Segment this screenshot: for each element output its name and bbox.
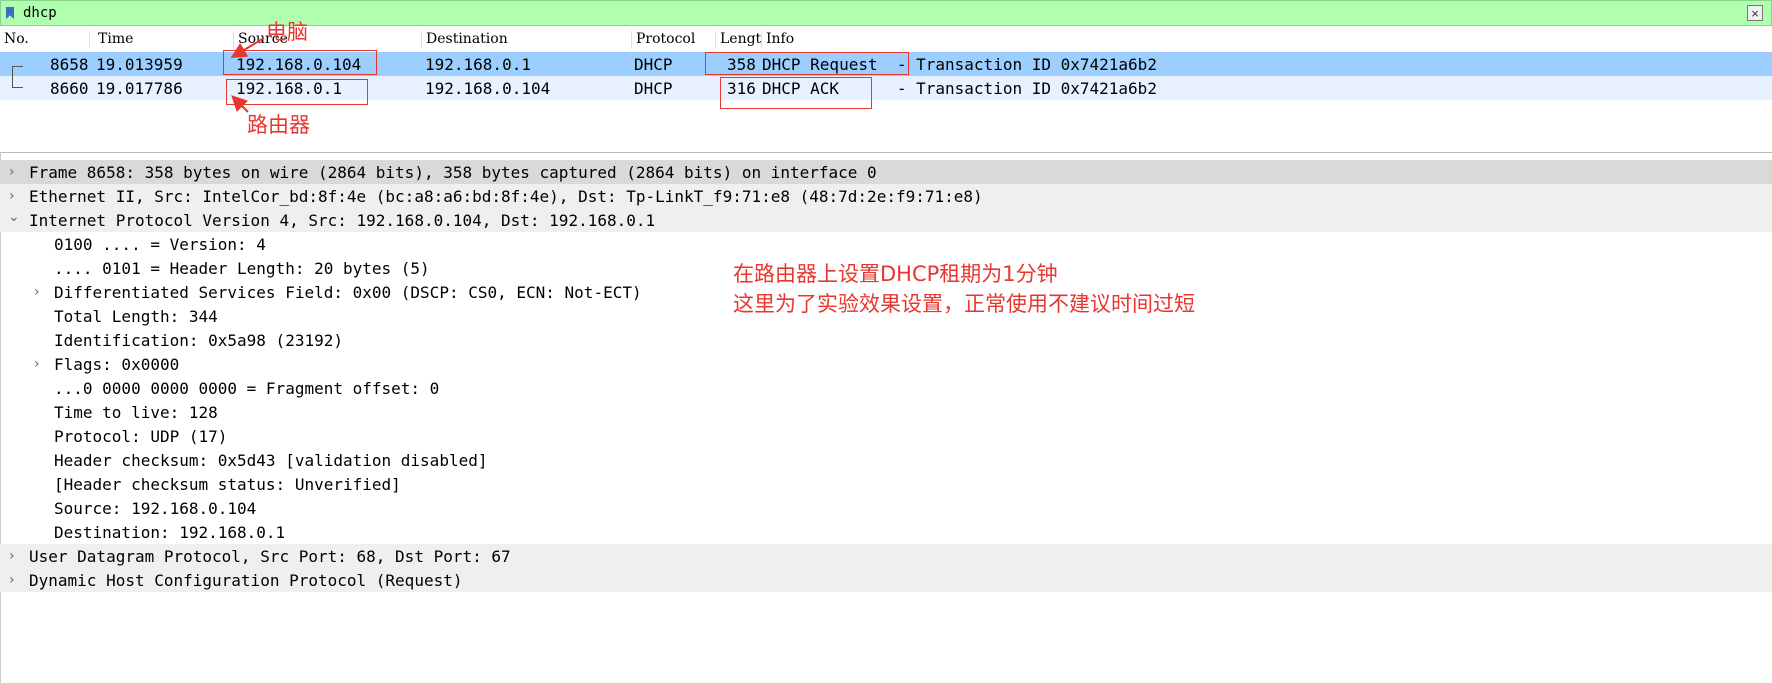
detail-text: 0100 .... = Version: 4 <box>54 235 266 254</box>
detail-text: Destination: 192.168.0.1 <box>54 523 286 542</box>
annotation-label-router: 路由器 <box>247 113 310 137</box>
detail-text: [Header checksum status: Unverified] <box>54 475 401 494</box>
expand-arrow-icon[interactable]: › <box>34 284 40 300</box>
detail-row-dhcp[interactable]: › Dynamic Host Configuration Protocol (R… <box>0 568 1772 592</box>
annotation-box-source-router <box>226 79 368 105</box>
packet-details-pane: › Frame 8658: 358 bytes on wire (2864 bi… <box>0 160 1772 683</box>
column-header-info[interactable]: Info <box>762 31 1762 49</box>
collapse-arrow-icon[interactable]: ⌄ <box>8 209 20 225</box>
packet-destination: 192.168.0.104 <box>425 79 551 98</box>
column-header-source[interactable]: Source <box>234 31 422 49</box>
detail-text: Flags: 0x0000 <box>54 355 180 374</box>
column-header-protocol[interactable]: Protocol <box>632 31 716 49</box>
packet-time: 19.013959 <box>96 55 183 74</box>
detail-text: .... 0101 = Header Length: 20 bytes (5) <box>54 259 430 278</box>
conversation-bracket-icon <box>12 66 23 88</box>
column-header-length[interactable]: Lengt <box>716 31 762 49</box>
detail-row-fragment-offset[interactable]: ...0 0000 0000 0000 = Fragment offset: 0 <box>0 376 1772 400</box>
expand-arrow-icon[interactable]: › <box>9 548 15 564</box>
annotation-note-line2: 这里为了实验效果设置，正常使用不建议时间过短 <box>733 292 1195 316</box>
display-filter-input[interactable]: dhcp <box>23 5 57 21</box>
clear-filter-icon[interactable]: × <box>1747 5 1763 21</box>
annotation-box-request <box>705 52 909 75</box>
detail-row-frame[interactable]: › Frame 8658: 358 bytes on wire (2864 bi… <box>0 160 1772 184</box>
packet-protocol: DHCP <box>634 55 673 74</box>
detail-row-identification[interactable]: Identification: 0x5a98 (23192) <box>0 328 1772 352</box>
detail-text: Internet Protocol Version 4, Src: 192.16… <box>29 211 656 230</box>
expand-arrow-icon[interactable]: › <box>9 572 15 588</box>
column-header-time[interactable]: Time <box>94 31 234 49</box>
detail-text: Header checksum: 0x5d43 [validation disa… <box>54 451 488 470</box>
detail-row-destination[interactable]: Destination: 192.168.0.1 <box>0 520 1772 544</box>
detail-text: Protocol: UDP (17) <box>54 427 228 446</box>
detail-text: Identification: 0x5a98 (23192) <box>54 331 343 350</box>
detail-row-source[interactable]: Source: 192.168.0.104 <box>0 496 1772 520</box>
detail-text: Dynamic Host Configuration Protocol (Req… <box>29 571 463 590</box>
detail-row-checksum[interactable]: Header checksum: 0x5d43 [validation disa… <box>0 448 1772 472</box>
packet-time: 19.017786 <box>96 79 183 98</box>
detail-text: User Datagram Protocol, Src Port: 68, Ds… <box>29 547 511 566</box>
detail-row-ethernet[interactable]: › Ethernet II, Src: IntelCor_bd:8f:4e (b… <box>0 184 1772 208</box>
bookmark-icon[interactable] <box>6 7 14 19</box>
packet-no: 8660 <box>50 79 89 98</box>
detail-row-flags[interactable]: › Flags: 0x0000 <box>0 352 1772 376</box>
annotation-box-ack <box>720 77 872 109</box>
detail-text: Total Length: 344 <box>54 307 218 326</box>
annotation-note-line1: 在路由器上设置DHCP租期为1分钟 <box>733 262 1058 286</box>
expand-arrow-icon[interactable]: › <box>34 356 40 372</box>
detail-text: Differentiated Services Field: 0x00 (DSC… <box>54 283 642 302</box>
expand-arrow-icon[interactable]: › <box>9 188 15 204</box>
detail-row-protocol[interactable]: Protocol: UDP (17) <box>0 424 1772 448</box>
detail-row-version[interactable]: 0100 .... = Version: 4 <box>0 232 1772 256</box>
packet-protocol: DHCP <box>634 79 673 98</box>
detail-row-udp[interactable]: › User Datagram Protocol, Src Port: 68, … <box>0 544 1772 568</box>
detail-text: ...0 0000 0000 0000 = Fragment offset: 0 <box>54 379 440 398</box>
annotation-label-pc: 电脑 <box>266 20 308 44</box>
detail-row-ttl[interactable]: Time to live: 128 <box>0 400 1772 424</box>
annotation-box-source-pc <box>223 50 377 75</box>
packet-no: 8658 <box>50 55 89 74</box>
packet-destination: 192.168.0.1 <box>425 55 531 74</box>
annotation-note: 在路由器上设置DHCP租期为1分钟 这里为了实验效果设置，正常使用不建议时间过短 <box>733 259 1195 319</box>
detail-row-checksum-status[interactable]: [Header checksum status: Unverified] <box>0 472 1772 496</box>
expand-arrow-icon[interactable]: › <box>9 164 15 180</box>
column-header-no[interactable]: No. <box>0 31 90 49</box>
detail-text: Frame 8658: 358 bytes on wire (2864 bits… <box>29 163 877 182</box>
column-header-destination[interactable]: Destination <box>422 31 632 49</box>
detail-text: Time to live: 128 <box>54 403 218 422</box>
detail-row-ipv4[interactable]: ⌄ Internet Protocol Version 4, Src: 192.… <box>0 208 1772 232</box>
detail-text: Source: 192.168.0.104 <box>54 499 257 518</box>
detail-text: Ethernet II, Src: IntelCor_bd:8f:4e (bc:… <box>29 187 983 206</box>
